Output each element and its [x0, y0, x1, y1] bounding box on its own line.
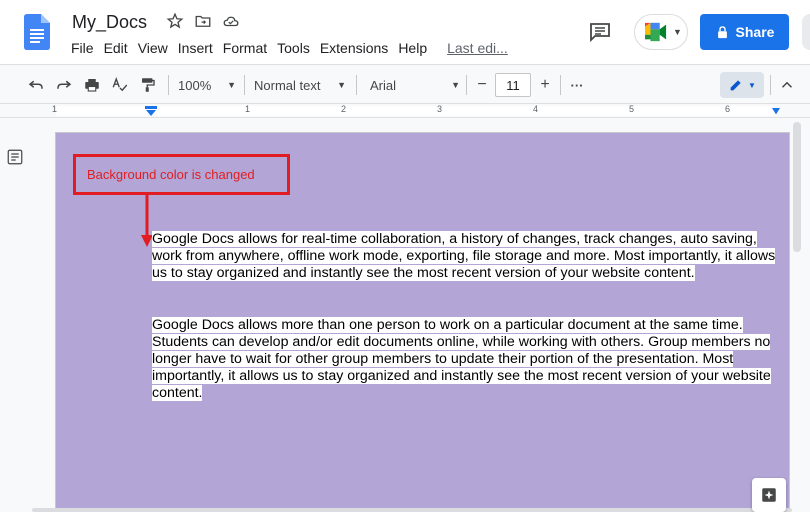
menu-bar: File Edit View Insert Format Tools Exten… [70, 38, 517, 58]
last-edit-link[interactable]: Last edi... [446, 38, 515, 58]
google-docs-window: My_Docs File Edit View Insert Format Too… [0, 0, 810, 512]
toolbar-separator [244, 75, 245, 95]
undo-icon [28, 80, 43, 89]
horizontal-scrollbar[interactable] [32, 508, 792, 512]
menu-tools[interactable]: Tools [276, 38, 317, 58]
menu-insert[interactable]: Insert [177, 38, 220, 58]
font-size-input[interactable]: 11 [495, 73, 531, 97]
redo-button[interactable] [52, 73, 76, 97]
ruler-number: 6 [725, 104, 731, 114]
star-icon[interactable] [166, 12, 184, 30]
document-paragraph[interactable]: Google Docs allows for real-time collabo… [152, 231, 776, 282]
toolbar-separator [466, 75, 467, 95]
formatting-toolbar: 100% ▼ Normal text ▼ Arial ▼ − 11 + ··· … [0, 64, 810, 104]
cloud-saved-icon[interactable] [222, 12, 240, 30]
chevron-up-icon [781, 81, 793, 88]
paragraph-style-select[interactable]: Normal text ▼ [254, 73, 346, 97]
pencil-icon [730, 80, 741, 91]
spellcheck-icon [112, 77, 128, 92]
decrease-font-size-button[interactable]: − [472, 73, 492, 97]
editing-mode-button[interactable]: ▼ [720, 72, 764, 98]
hide-menus-button[interactable] [776, 73, 798, 97]
toolbar-separator [560, 75, 561, 95]
zoom-value: 100% [178, 77, 212, 93]
docs-logo-icon[interactable] [24, 14, 50, 50]
share-label: Share [735, 24, 775, 40]
vertical-scrollbar[interactable] [793, 122, 801, 252]
toolbar-separator [168, 75, 169, 95]
ruler-number: 5 [629, 104, 635, 114]
explore-sparkle-icon [762, 488, 776, 502]
font-select[interactable]: Arial ▼ [370, 73, 460, 97]
paint-format-icon [142, 78, 155, 92]
ruler-number: 3 [437, 104, 443, 114]
font-caret-icon: ▼ [451, 80, 460, 90]
paragraph-style-value: Normal text [254, 77, 321, 93]
toolbar-separator [770, 75, 771, 95]
zoom-select[interactable]: 100% ▼ [178, 73, 236, 97]
editing-mode-caret-icon: ▼ [748, 80, 756, 90]
meet-icon [645, 22, 667, 42]
ruler-number: 4 [533, 104, 539, 114]
move-folder-icon[interactable] [194, 12, 212, 30]
more-options-button[interactable]: ··· [566, 73, 588, 97]
document-outline-icon[interactable] [6, 148, 24, 166]
title-icons [166, 12, 240, 30]
comment-history-icon[interactable] [588, 20, 612, 44]
paint-format-button[interactable] [136, 73, 160, 97]
print-icon [85, 79, 99, 92]
menu-help[interactable]: Help [397, 38, 434, 58]
redo-icon [57, 80, 72, 89]
ruler-track [56, 106, 776, 116]
menu-edit[interactable]: Edit [103, 38, 135, 58]
spell-check-button[interactable] [108, 73, 132, 97]
share-button[interactable]: Share [700, 14, 789, 50]
print-button[interactable] [80, 73, 104, 97]
meet-button[interactable]: ▼ [634, 14, 688, 50]
ruler-number: 1 [245, 104, 251, 114]
account-avatar[interactable] [802, 14, 810, 50]
lock-icon [717, 25, 727, 38]
right-indent-marker-icon[interactable] [770, 108, 782, 116]
document-paragraph[interactable]: Google Docs allows more than one person … [152, 317, 776, 402]
style-caret-icon: ▼ [337, 80, 346, 90]
meet-caret-icon: ▼ [673, 27, 682, 37]
menu-file[interactable]: File [70, 38, 101, 58]
paragraph-text: Google Docs allows more than one person … [152, 317, 771, 401]
font-value: Arial [370, 77, 397, 93]
ruler-number: 2 [341, 104, 347, 114]
header-bar: My_Docs File Edit View Insert Format Too… [0, 0, 810, 64]
toolbar-separator [356, 75, 357, 95]
menu-extensions[interactable]: Extensions [319, 38, 395, 58]
horizontal-ruler[interactable]: 1 1 2 3 4 5 6 [0, 104, 810, 118]
ruler-number: 1 [52, 104, 58, 114]
explore-button[interactable] [752, 478, 786, 512]
left-indent-marker-icon[interactable] [145, 106, 157, 116]
increase-font-size-button[interactable]: + [535, 73, 555, 97]
menu-view[interactable]: View [137, 38, 175, 58]
zoom-caret-icon: ▼ [227, 80, 236, 90]
paragraph-text: Google Docs allows for real-time collabo… [152, 231, 776, 281]
annotation-callout: Background color is changed [73, 154, 290, 195]
menu-format[interactable]: Format [222, 38, 274, 58]
document-title[interactable]: My_Docs [72, 10, 147, 34]
undo-button[interactable] [24, 73, 48, 97]
